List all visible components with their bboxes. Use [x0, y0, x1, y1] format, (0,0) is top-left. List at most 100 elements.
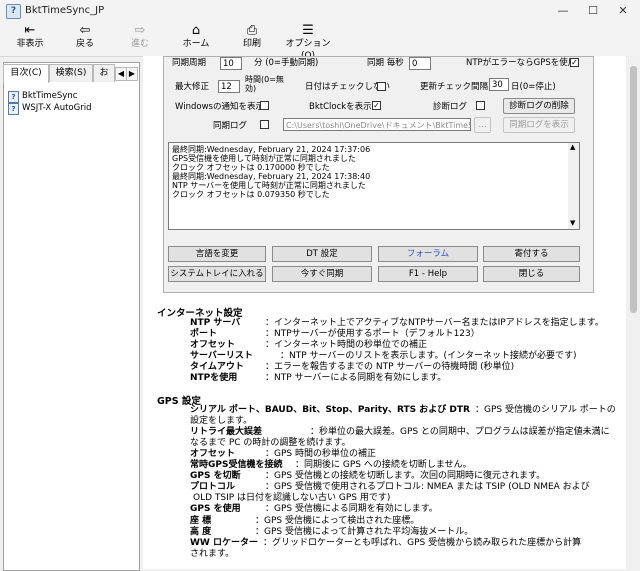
- sync-period-field[interactable]: 10: [220, 57, 242, 70]
- windows-notify-checkbox[interactable]: [260, 101, 269, 110]
- tab-search[interactable]: 検索(S): [49, 64, 93, 82]
- gps-setting-term: WW ロケーター: [190, 538, 258, 548]
- back-label: 戻る: [75, 39, 94, 49]
- printer-icon: ⎙: [246, 23, 258, 38]
- internet-setting-term: NTPを使用: [190, 373, 238, 383]
- sync-every-sec-label: 同期 毎秒: [367, 58, 404, 68]
- tab-contents[interactable]: 目次(C): [3, 64, 49, 83]
- print-button[interactable]: ⎙ 印刷: [232, 23, 272, 50]
- gps-setting-term: リトライ最大誤差: [190, 427, 263, 437]
- max-correction-unit: 時間(0=無 効): [245, 75, 284, 93]
- gps-setting-desc: ：GPS 受信機のシリアル ポートの: [475, 405, 616, 415]
- toolbar: ⇤ 非表示 ⇦ 戻る ⇨ 進む ⌂ ホーム ⎙ 印刷 ☰ オプション(O): [0, 22, 640, 61]
- minimize-button[interactable]: —: [548, 0, 578, 22]
- diag-log-checkbox[interactable]: [476, 101, 485, 110]
- close-button[interactable]: ✕: [608, 0, 638, 22]
- forward-button[interactable]: ⇨ 進む: [120, 23, 160, 50]
- show-sync-log-button[interactable]: 同期ログを表示: [503, 117, 575, 133]
- gps-setting-desc: ：GPS 受信機によって検出された座標。: [255, 516, 420, 526]
- content-scrollbar[interactable]: [627, 56, 640, 569]
- back-arrow-icon: ⇦: [79, 23, 91, 38]
- sync-now-button[interactable]: 今すぐ同期: [272, 266, 372, 282]
- dt-settings-button[interactable]: DT 設定: [272, 246, 372, 262]
- tab-scroll-right-icon[interactable]: ▶: [126, 67, 138, 81]
- change-language-button[interactable]: 言語を変更: [168, 246, 266, 262]
- forum-link[interactable]: フォーラム: [378, 246, 478, 262]
- internet-setting-desc: ：エラーを報告するまでの NTP サーバーの待機時間 (秒単位): [265, 362, 515, 372]
- window-title: BktTimeSync_JP: [25, 5, 105, 16]
- gps-setting-desc: ：GPS 受信機による同期を有効にします。: [265, 504, 438, 514]
- tree-item-wsjtx-autogrid[interactable]: ? WSJT-X AutoGrid: [8, 102, 91, 115]
- gps-setting-desc: 設定をします。: [190, 416, 253, 426]
- log-scrollbar[interactable]: ▲ ▼: [568, 143, 579, 229]
- gps-setting-desc: ：GPS 時間の秒単位の補正: [265, 449, 376, 459]
- gps-setting-term: GPS を使用: [190, 504, 241, 514]
- internet-setting-term: サーバーリスト: [190, 351, 253, 361]
- hide-button[interactable]: ⇤ 非表示: [10, 23, 50, 50]
- internet-setting-desc: ：インターネット上でアクティブなNTPサーバー名またはIPアドレスを指定します。: [265, 318, 604, 328]
- internet-setting-term: タイムアウト: [190, 362, 244, 372]
- gps-setting-desc: されます。: [190, 549, 235, 559]
- gps-setting-desc: ：同期後に GPS への接続を切断しません。: [295, 460, 472, 470]
- gps-setting-term: シリアル ポート、BAUD、Bit、Stop、Parity、RTS および DT…: [190, 405, 470, 415]
- gps-setting-desc: ：秒単位の最大誤差。GPS との同期中、プログラムは誤差が指定値未満に: [310, 427, 610, 437]
- update-check-field[interactable]: 30: [489, 78, 509, 91]
- help-button[interactable]: F1 - Help: [378, 266, 478, 282]
- ntp-gps-fallback-checkbox[interactable]: ✓: [570, 58, 579, 67]
- sync-log-path-field[interactable]: C:\Users\toshi\OneDrive\ドキュメント\BktTimeSy…: [283, 118, 471, 131]
- sync-every-sec-field[interactable]: 0: [409, 57, 431, 70]
- maximize-button[interactable]: ☐: [578, 0, 608, 22]
- home-button[interactable]: ⌂ ホーム: [176, 23, 216, 50]
- home-label: ホーム: [182, 39, 210, 49]
- date-nocheck-checkbox[interactable]: [377, 82, 386, 91]
- windows-notify-label: Windowsの通知を表示: [175, 102, 264, 112]
- tab-favorites[interactable]: お: [93, 64, 115, 82]
- scroll-thumb[interactable]: [630, 66, 637, 313]
- scroll-down-icon[interactable]: ▼: [570, 219, 575, 227]
- gps-setting-term: GPS を切断: [190, 471, 241, 481]
- internet-setting-desc: ：NTP サーバーによる同期を有効にします。: [265, 373, 447, 383]
- back-button[interactable]: ⇦ 戻る: [65, 23, 105, 50]
- sync-log-textbox[interactable]: 最終同期:Wednesday, February 21, 2024 17:37:…: [168, 142, 580, 230]
- close-app-button[interactable]: 閉じる: [483, 266, 580, 282]
- gps-setting-desc: ：GPS 受信機との接続を切断します。次回の同期時に復元されます。: [265, 471, 546, 481]
- update-check-unit: 日(0=停止): [511, 82, 556, 92]
- forward-label: 進む: [130, 39, 149, 49]
- gps-setting-desc: ：グリッドロケーターとも呼ばれ、GPS 受信機から読み取られた座標から計算: [263, 538, 582, 548]
- system-tray-button[interactable]: システムトレイに入れる: [168, 266, 266, 282]
- update-check-label: 更新チェック間隔: [420, 82, 489, 92]
- gps-setting-term: 座 標: [190, 516, 212, 526]
- internet-setting-term: オフセット: [190, 340, 236, 350]
- internet-setting-term: ポート: [190, 329, 218, 339]
- max-correction-label: 最大修正: [175, 82, 210, 92]
- max-correction-field[interactable]: 12: [218, 80, 240, 93]
- internet-settings-heading: インターネット設定: [157, 308, 243, 319]
- gps-setting-term: プロトコル: [190, 482, 236, 492]
- print-label: 印刷: [242, 39, 261, 49]
- hide-pane-icon: ⇤: [24, 23, 36, 38]
- home-icon: ⌂: [191, 23, 201, 38]
- scroll-up-icon[interactable]: ▲: [570, 143, 575, 151]
- diag-log-label: 診断ログ: [433, 102, 468, 112]
- sync-log-checkbox[interactable]: [260, 120, 269, 129]
- ntp-gps-fallback-label: NTPがエラーならGPSを使用: [466, 58, 577, 68]
- hide-label: 非表示: [16, 39, 44, 49]
- sync-log-label: 同期ログ: [213, 121, 248, 131]
- gps-setting-term: オフセット: [190, 449, 236, 459]
- tree-item-bkttimesync[interactable]: ? BktTimeSync: [8, 90, 77, 103]
- sync-period-label: 同期周期: [172, 58, 207, 68]
- gps-setting-desc: なるまで PC の時計の調整を続けます。: [190, 438, 351, 448]
- title-bar: ? BktTimeSync_JP — ☐ ✕: [0, 0, 640, 22]
- gps-setting-term: 高 度: [190, 527, 212, 537]
- browse-button[interactable]: ...: [474, 117, 491, 133]
- internet-setting-desc: ：NTP サーバーのリストを表示します。(インターネット接続が必要です): [280, 351, 577, 361]
- internet-setting-desc: ：インターネット時間の秒単位での補正: [265, 340, 428, 350]
- help-page-icon: ?: [8, 103, 19, 115]
- gps-setting-term: 常時GPS受信機を接続: [190, 460, 283, 470]
- bktclock-label: BktClockを表示: [309, 102, 372, 112]
- delete-diag-log-button[interactable]: 診断ログの削除: [503, 98, 575, 114]
- bktclock-checkbox[interactable]: ✓: [372, 101, 381, 110]
- forward-arrow-icon: ⇨: [134, 23, 146, 38]
- donate-button[interactable]: 寄付する: [483, 246, 580, 262]
- gps-setting-desc: OLD TSIP は日付を認識しない古い GPS 用です): [193, 493, 391, 503]
